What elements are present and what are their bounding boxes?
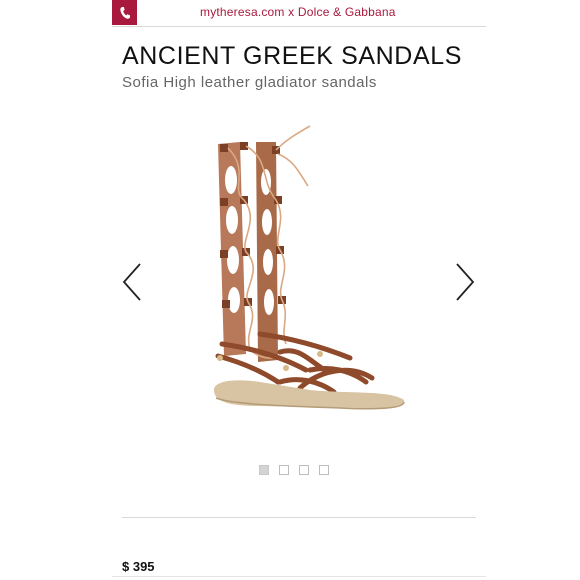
phone-icon	[119, 6, 130, 19]
next-image-button[interactable]	[453, 262, 477, 302]
divider	[122, 517, 476, 518]
gallery-pagination	[259, 465, 329, 475]
brand-title: ANCIENT GREEK SANDALS	[122, 42, 463, 70]
previous-image-button[interactable]	[120, 262, 144, 302]
gallery-dot-4[interactable]	[319, 465, 329, 475]
gallery-dot-1[interactable]	[259, 465, 269, 475]
product-image[interactable]	[160, 120, 420, 420]
product-name: Sofia High leather gladiator sandals	[122, 74, 377, 91]
sandal-illustration	[214, 125, 405, 410]
site-title[interactable]: mytheresa.com x Dolce & Gabbana	[200, 5, 396, 19]
top-bar: mytheresa.com x Dolce & Gabbana	[112, 0, 486, 27]
chevron-right-icon	[456, 263, 475, 301]
gallery-dot-2[interactable]	[279, 465, 289, 475]
product-price: $ 395	[122, 559, 155, 574]
gallery-dot-3[interactable]	[299, 465, 309, 475]
product-page: mytheresa.com x Dolce & Gabbana ANCIENT …	[0, 0, 580, 580]
chevron-left-icon	[122, 263, 141, 301]
bottom-divider	[112, 576, 486, 577]
phone-button[interactable]	[112, 0, 137, 25]
